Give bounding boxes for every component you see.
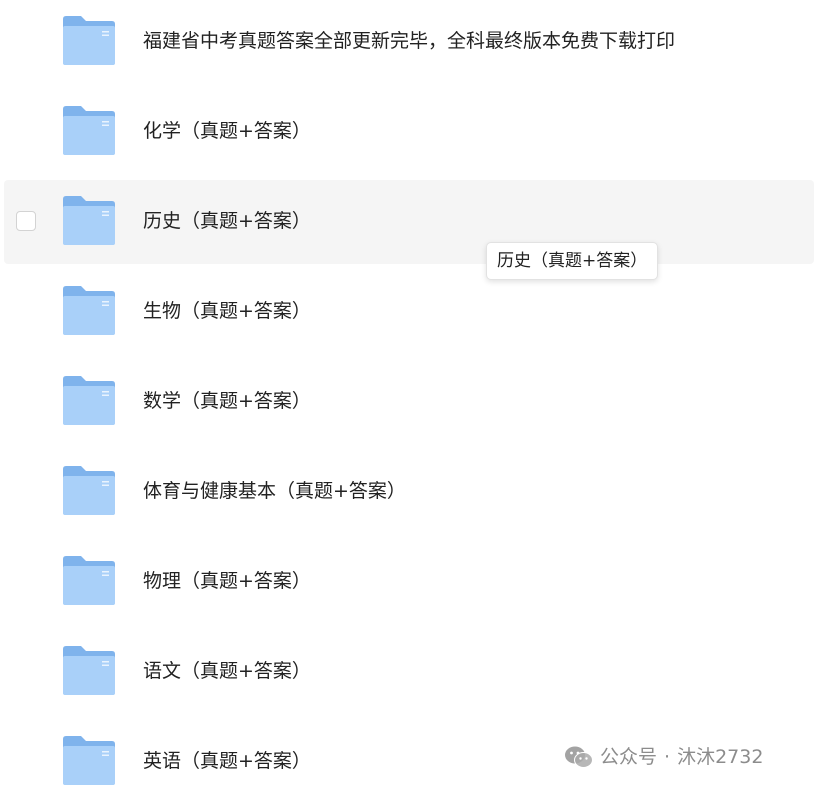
folder-row[interactable]: 数学（真题+答案） bbox=[4, 360, 814, 444]
folder-row[interactable]: 体育与健康基本（真题+答案） bbox=[4, 450, 814, 534]
folder-row[interactable]: 化学（真题+答案） bbox=[4, 90, 814, 174]
watermark-account: 沐沐2732 bbox=[677, 746, 764, 768]
folder-row[interactable]: 语文（真题+答案） bbox=[4, 630, 814, 714]
folder-name[interactable]: 语文（真题+答案） bbox=[143, 658, 311, 684]
folder-row[interactable]: 历史（真题+答案） bbox=[4, 180, 814, 264]
wechat-icon bbox=[564, 745, 594, 769]
folder-name[interactable]: 体育与健康基本（真题+答案） bbox=[143, 478, 406, 504]
row-checkbox[interactable] bbox=[16, 211, 36, 231]
watermark: 公众号 · 沐沐2732 bbox=[564, 743, 763, 771]
folder-name[interactable]: 历史（真题+答案） bbox=[143, 208, 311, 234]
folder-icon bbox=[61, 375, 117, 427]
folder-name[interactable]: 数学（真题+答案） bbox=[143, 388, 311, 414]
folder-name[interactable]: 英语（真题+答案） bbox=[143, 748, 311, 774]
folder-name[interactable]: 生物（真题+答案） bbox=[143, 298, 311, 324]
watermark-separator: · bbox=[664, 746, 671, 768]
folder-name[interactable]: 物理（真题+答案） bbox=[143, 568, 311, 594]
folder-icon bbox=[61, 195, 117, 247]
folder-icon bbox=[61, 735, 117, 787]
folder-icon bbox=[61, 105, 117, 157]
folder-icon bbox=[61, 555, 117, 607]
file-list: 福建省中考真题答案全部更新完毕，全科最终版本免费下载打印 化学（真题+答案） 历… bbox=[0, 0, 814, 790]
watermark-prefix: 公众号 bbox=[600, 746, 658, 768]
folder-name[interactable]: 福建省中考真题答案全部更新完毕，全科最终版本免费下载打印 bbox=[143, 28, 675, 54]
folder-name[interactable]: 化学（真题+答案） bbox=[143, 118, 311, 144]
folder-row[interactable]: 福建省中考真题答案全部更新完毕，全科最终版本免费下载打印 bbox=[4, 0, 814, 84]
folder-icon bbox=[61, 285, 117, 337]
folder-row[interactable]: 物理（真题+答案） bbox=[4, 540, 814, 624]
folder-icon bbox=[61, 645, 117, 697]
folder-icon bbox=[61, 465, 117, 517]
folder-name-tooltip: 历史（真题+答案） bbox=[486, 242, 659, 280]
folder-row[interactable]: 生物（真题+答案） bbox=[4, 270, 814, 354]
folder-icon bbox=[61, 15, 117, 67]
